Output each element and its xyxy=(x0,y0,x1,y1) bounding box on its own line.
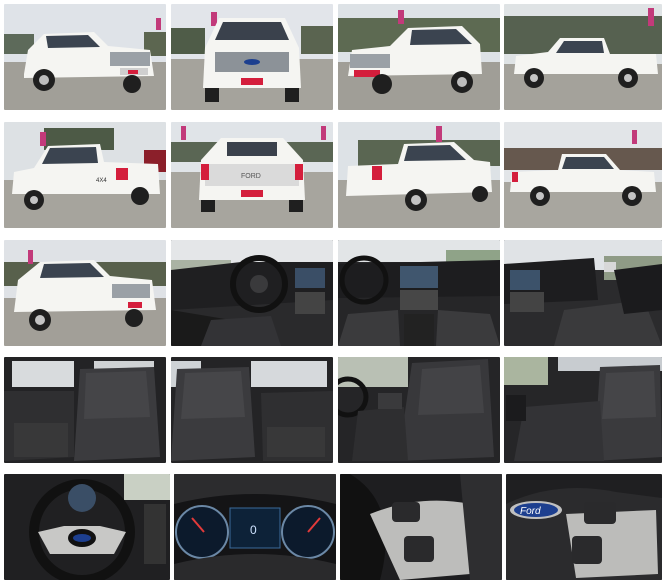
photo-gallery: 4X4 FORD 0 Ford xyxy=(0,0,662,582)
photo-thumb-steering-left-controls[interactable] xyxy=(340,474,502,580)
photo-thumb-rear[interactable]: FORD xyxy=(171,122,333,228)
photo-thumb-side-left[interactable] xyxy=(504,122,662,228)
photo-thumb-front-seat-driver[interactable] xyxy=(338,357,500,463)
photo-thumb-dash-driver[interactable] xyxy=(171,240,333,346)
photo-thumb-rear-right[interactable] xyxy=(338,122,500,228)
photo-thumb-rear-seat-right[interactable] xyxy=(171,357,333,463)
photo-thumb-steering-ford-logo[interactable]: Ford xyxy=(506,474,662,580)
photo-thumb-side-right[interactable] xyxy=(504,4,662,110)
cluster-readout: 0 xyxy=(250,523,257,537)
photo-thumb-dash-center[interactable] xyxy=(338,240,500,346)
photo-thumb-rear-seat-left[interactable] xyxy=(4,357,166,463)
photo-thumb-steering-wheel[interactable] xyxy=(4,474,170,580)
photo-thumb-front[interactable] xyxy=(171,4,333,110)
photo-thumb-front-left[interactable] xyxy=(4,4,166,110)
photo-thumb-dash-passenger[interactable] xyxy=(504,240,662,346)
photo-thumb-front-seat-passenger[interactable] xyxy=(504,357,662,463)
tailgate-lettering: FORD xyxy=(241,173,261,180)
tailgate-badge: 4X4 xyxy=(96,178,107,184)
photo-thumb-front-left-2[interactable] xyxy=(4,240,166,346)
photo-thumb-instrument-cluster[interactable]: 0 xyxy=(174,474,336,580)
photo-thumb-front-right[interactable] xyxy=(338,4,500,110)
photo-thumb-rear-left[interactable]: 4X4 xyxy=(4,122,166,228)
ford-oval-lettering: Ford xyxy=(520,506,541,517)
